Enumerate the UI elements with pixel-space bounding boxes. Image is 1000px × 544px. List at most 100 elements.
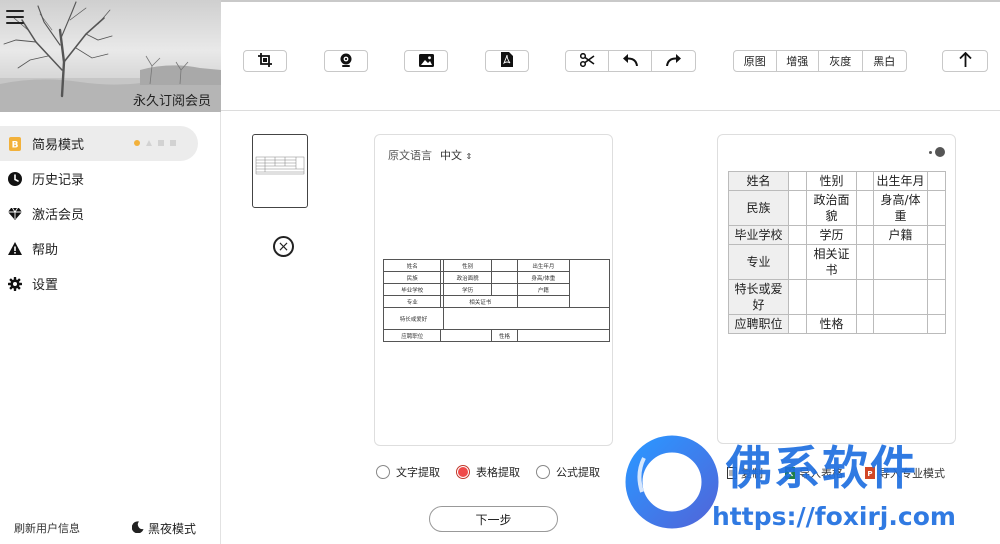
src-cell: 应聘职位 [382, 329, 442, 342]
clock-icon [8, 171, 22, 186]
result-cell[interactable] [927, 314, 946, 334]
result-cell[interactable] [927, 279, 946, 315]
mode-switch-dots[interactable] [134, 140, 176, 146]
src-cell: 相关证书 [442, 295, 518, 308]
image-filter-group: 原图 增强 灰度 黑白 [733, 50, 907, 72]
result-cell[interactable] [856, 225, 874, 245]
sidebar-item-history[interactable]: 历史记录 [0, 161, 221, 196]
toolbar: 原图 增强 灰度 黑白 [221, 2, 1000, 111]
pdf-button[interactable] [485, 50, 529, 72]
result-cell[interactable] [927, 190, 946, 226]
result-cell[interactable] [788, 190, 807, 226]
sidebar-item-label: 设置 [32, 278, 59, 293]
formula-extraction-radio[interactable]: 公式提取 [536, 464, 600, 480]
result-cell[interactable]: 身高/体重 [873, 190, 928, 226]
result-cell[interactable]: 出生年月 [873, 171, 928, 191]
result-cell[interactable] [806, 279, 857, 315]
result-cell[interactable]: 特长或爱好 [728, 279, 789, 315]
undo-button[interactable] [609, 51, 652, 71]
import-table-button[interactable]: 导入表格 [785, 465, 843, 481]
src-cell: 性别 [442, 259, 493, 272]
result-zoom-indicator[interactable] [929, 147, 945, 157]
result-cell[interactable] [788, 244, 807, 280]
filter-grayscale-button[interactable]: 灰度 [819, 51, 863, 71]
result-cell[interactable]: 户籍 [873, 225, 928, 245]
result-cell[interactable]: 姓名 [728, 171, 789, 191]
result-cell[interactable] [788, 314, 807, 334]
crop-icon [258, 52, 272, 71]
next-step-button[interactable]: 下一步 [429, 506, 558, 532]
sidebar-item-settings[interactable]: 设置 [0, 266, 221, 301]
excel-icon [785, 467, 795, 479]
image-button[interactable] [404, 50, 448, 72]
result-cell[interactable] [856, 190, 874, 226]
src-cell: 专业 [382, 295, 442, 308]
redo-button[interactable] [652, 51, 695, 71]
result-cell[interactable] [856, 244, 874, 280]
result-cell[interactable]: 性别 [806, 171, 857, 191]
result-cell[interactable] [873, 244, 928, 280]
night-mode-label: 黑夜模式 [148, 522, 197, 536]
remove-page-button[interactable]: × [273, 236, 294, 257]
result-cell[interactable]: 性格 [806, 314, 857, 334]
result-cell[interactable] [873, 314, 928, 334]
page-thumbnail[interactable] [252, 134, 308, 208]
sidebar-item-simple-mode[interactable]: B 简易模式 [0, 126, 198, 161]
filter-bw-button[interactable]: 黑白 [863, 51, 906, 71]
result-cell[interactable]: 应聘职位 [728, 314, 789, 334]
result-cell[interactable] [788, 171, 807, 191]
camera-button[interactable] [324, 50, 368, 72]
radio-label: 公式提取 [556, 466, 600, 479]
import-pro-mode-button[interactable]: P 导入专业模式 [865, 465, 945, 481]
refresh-user-info-link[interactable]: 刷新用户信息 [14, 520, 80, 536]
ppt-icon: P [865, 467, 875, 479]
result-cell[interactable] [927, 171, 946, 191]
pdf-icon [501, 51, 513, 71]
night-mode-toggle[interactable]: 黑夜模式 [131, 520, 197, 537]
watermark-logo-icon [625, 435, 719, 529]
result-cell[interactable] [788, 279, 807, 315]
edit-actions-group [565, 50, 696, 72]
result-cell[interactable]: 民族 [728, 190, 789, 226]
sidebar-item-activate[interactable]: 激活会员 [0, 196, 221, 231]
sidebar-item-help[interactable]: 帮助 [0, 231, 221, 266]
radio-label: 表格提取 [476, 466, 520, 479]
result-cell[interactable] [788, 225, 807, 245]
result-cell[interactable] [856, 314, 874, 334]
text-extraction-radio[interactable]: 文字提取 [376, 464, 440, 480]
result-cell[interactable]: 相关证书 [806, 244, 857, 280]
export-label: 复制 [741, 467, 763, 480]
cut-button[interactable] [566, 51, 610, 71]
result-cell[interactable]: 毕业学校 [728, 225, 789, 245]
filter-original-button[interactable]: 原图 [734, 51, 777, 71]
src-cell: 姓名 [382, 259, 442, 272]
src-cell: 身高/体重 [516, 271, 571, 284]
source-language-select[interactable]: 中文 ⇕ [440, 147, 472, 163]
src-cell: 毕业学校 [382, 283, 442, 296]
result-cell[interactable] [873, 279, 928, 315]
small-dot-icon [929, 150, 932, 154]
filter-enhance-button[interactable]: 增强 [777, 51, 820, 71]
undo-icon [622, 53, 638, 69]
result-cell[interactable]: 学历 [806, 225, 857, 245]
radio-circle-selected [456, 465, 470, 479]
export-label: 导入表格 [799, 467, 843, 480]
src-cell: 出生年月 [516, 259, 571, 272]
square-dot-icon [170, 140, 176, 146]
result-cell[interactable] [927, 244, 946, 280]
result-cell[interactable] [927, 225, 946, 245]
hamburger-menu-icon[interactable] [6, 10, 24, 26]
square-dot-icon [158, 140, 164, 146]
result-cell[interactable] [856, 279, 874, 315]
table-extraction-radio[interactable]: 表格提取 [456, 464, 520, 480]
result-cell[interactable] [856, 171, 874, 191]
sort-arrows-icon: ⇕ [465, 152, 473, 161]
copy-button[interactable]: 复制 [727, 465, 763, 481]
crop-button[interactable] [243, 50, 287, 72]
result-cell[interactable]: 专业 [728, 244, 789, 280]
src-cell: 性格 [491, 329, 518, 342]
src-cell: 政治面貌 [442, 271, 493, 284]
result-cell[interactable]: 政治面貌 [806, 190, 857, 226]
upload-button[interactable] [942, 50, 988, 72]
src-cell: 特长或爱好 [383, 307, 444, 330]
